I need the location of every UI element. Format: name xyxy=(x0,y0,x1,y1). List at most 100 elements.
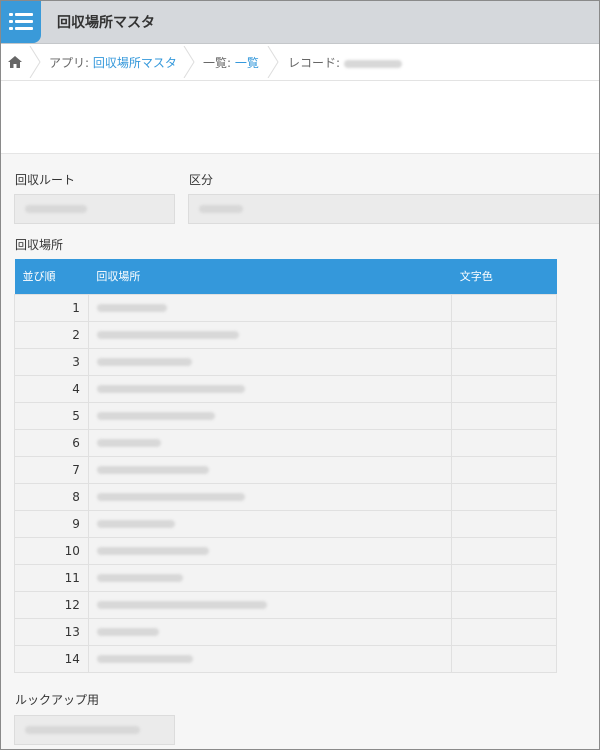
redacted-text xyxy=(25,726,140,734)
row-order: 2 xyxy=(14,320,89,349)
table-row: 10 xyxy=(14,536,557,565)
table-row: 7 xyxy=(14,455,557,484)
row-location xyxy=(87,617,453,646)
location-label: 回収場所 xyxy=(15,238,64,252)
row-text-color xyxy=(451,617,557,646)
breadcrumb-app-link[interactable]: 回収場所マスタ xyxy=(93,56,177,70)
breadcrumb-list-link[interactable]: 一覧 xyxy=(235,56,259,70)
row-order: 11 xyxy=(14,563,89,592)
app-title: 回収場所マスタ xyxy=(57,15,155,31)
route-label: 回収ルート xyxy=(15,173,76,187)
redacted-text xyxy=(96,493,245,501)
redacted-text xyxy=(199,205,243,213)
redacted-text xyxy=(96,439,161,447)
redacted-text xyxy=(96,655,193,663)
redacted-text xyxy=(96,331,239,339)
header-text-color: 文字色 xyxy=(451,259,557,294)
header-location: 回収場所 xyxy=(88,259,452,294)
row-order: 1 xyxy=(14,293,89,322)
breadcrumb-record: レコード: xyxy=(288,54,402,71)
row-order: 6 xyxy=(14,428,89,457)
table-row: 8 xyxy=(14,482,557,511)
row-order: 13 xyxy=(14,617,89,646)
redacted-text xyxy=(96,628,159,636)
row-text-color xyxy=(451,347,557,376)
redacted-text xyxy=(96,601,267,609)
row-order: 5 xyxy=(14,401,89,430)
redacted-text xyxy=(96,304,167,312)
redacted-text xyxy=(96,412,215,420)
row-order: 7 xyxy=(14,455,89,484)
row-text-color xyxy=(451,590,557,619)
route-field xyxy=(14,194,175,224)
breadcrumb-app-prefix: アプリ: xyxy=(49,56,93,70)
row-location xyxy=(87,401,453,430)
row-text-color xyxy=(451,644,557,673)
toolbar-area xyxy=(1,81,599,154)
redacted-text xyxy=(343,59,402,68)
table-row: 2 xyxy=(14,320,557,349)
table-row: 6 xyxy=(14,428,557,457)
row-location xyxy=(87,293,453,322)
row-location xyxy=(87,536,453,565)
category-label: 区分 xyxy=(189,173,214,187)
table-row: 11 xyxy=(14,563,557,592)
row-text-color xyxy=(451,482,557,511)
table-header-row: 並び順 回収場所 文字色 xyxy=(14,259,557,294)
table-row: 14 xyxy=(14,644,557,673)
breadcrumb-record-prefix: レコード: xyxy=(288,56,344,70)
redacted-text xyxy=(96,466,209,474)
row-text-color xyxy=(451,509,557,538)
redacted-text xyxy=(96,385,245,393)
row-location xyxy=(87,428,453,457)
table-row: 9 xyxy=(14,509,557,538)
breadcrumb-app: アプリ: 回収場所マスタ xyxy=(49,54,177,71)
table-row: 13 xyxy=(14,617,557,646)
row-location xyxy=(87,482,453,511)
breadcrumb-list: 一覧: 一覧 xyxy=(203,54,259,71)
row-order: 3 xyxy=(14,347,89,376)
row-location xyxy=(87,320,453,349)
breadcrumb: アプリ: 回収場所マスタ 一覧: 一覧 レコード: xyxy=(1,44,599,81)
row-text-color xyxy=(451,401,557,430)
row-location xyxy=(87,563,453,592)
chevron-right-icon xyxy=(267,46,279,78)
row-text-color xyxy=(451,293,557,322)
lookup-field xyxy=(14,715,175,745)
redacted-text xyxy=(25,205,87,213)
row-location xyxy=(87,644,453,673)
chevron-right-icon xyxy=(183,46,195,78)
row-text-color xyxy=(451,563,557,592)
table-row: 1 xyxy=(14,293,557,322)
row-order: 4 xyxy=(14,374,89,403)
menu-icon[interactable] xyxy=(1,1,41,43)
row-order: 10 xyxy=(14,536,89,565)
redacted-text xyxy=(96,520,175,528)
row-location xyxy=(87,590,453,619)
row-location xyxy=(87,374,453,403)
redacted-text xyxy=(96,574,183,582)
location-table: 並び順 回収場所 文字色 1 2 3 4 5 6 7 8 9 10 11 12 13 14 xyxy=(14,259,557,673)
row-location xyxy=(87,509,453,538)
row-text-color xyxy=(451,428,557,457)
row-text-color xyxy=(451,374,557,403)
lookup-label: ルックアップ用 xyxy=(15,693,100,707)
redacted-text xyxy=(96,358,192,366)
table-row: 5 xyxy=(14,401,557,430)
row-order: 12 xyxy=(14,590,89,619)
row-location xyxy=(87,347,453,376)
category-field xyxy=(188,194,599,224)
table-row: 12 xyxy=(14,590,557,619)
header-order: 並び順 xyxy=(14,259,89,294)
row-text-color xyxy=(451,320,557,349)
row-text-color xyxy=(451,455,557,484)
row-order: 9 xyxy=(14,509,89,538)
breadcrumb-list-prefix: 一覧: xyxy=(203,56,235,70)
row-order: 8 xyxy=(14,482,89,511)
chevron-right-icon xyxy=(29,46,41,78)
home-icon[interactable] xyxy=(7,55,23,69)
row-location xyxy=(87,455,453,484)
row-order: 14 xyxy=(14,644,89,673)
table-row: 4 xyxy=(14,374,557,403)
row-text-color xyxy=(451,536,557,565)
